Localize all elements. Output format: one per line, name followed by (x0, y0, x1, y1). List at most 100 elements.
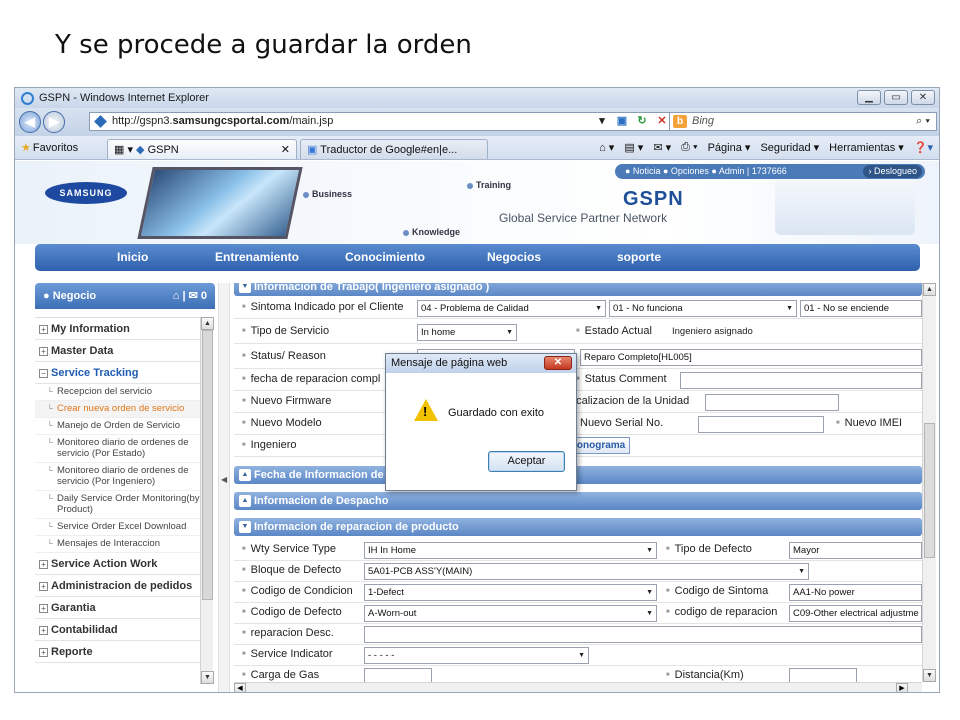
sidebar-title: Negocio (52, 290, 97, 302)
tools-menu[interactable]: Herramientas ▾ (829, 141, 904, 154)
nav-negocios[interactable]: Negocios (487, 250, 541, 264)
top-links[interactable]: ● Noticia ● Opciones ● Admin | 1737666 ›… (615, 164, 925, 179)
favorites-button[interactable]: ★ Favoritos (21, 141, 78, 154)
section-header-despacho[interactable]: ▲ Informacion de Despacho (234, 492, 922, 510)
back-button[interactable]: ◀ (19, 111, 41, 133)
scroll-thumb[interactable] (202, 330, 213, 600)
section-header-trabajo[interactable]: ▼ Informacion de Trabajo( Ingeniero asign… (234, 283, 922, 296)
sintoma-code-field[interactable]: AA1-No power (789, 584, 922, 601)
tab-grid-icon[interactable]: ▦ ▾ (114, 144, 133, 156)
reparacion-code-field[interactable]: C09-Other electrical adjustme (789, 605, 922, 622)
feeds-icon[interactable]: ▤ ▾ (624, 141, 643, 154)
sidebar-item-contabilidad[interactable]: + Contabilidad (35, 619, 200, 641)
nav-entrenamiento[interactable]: Entrenamiento (215, 250, 299, 264)
section-toggle-icon[interactable]: ▼ (239, 521, 251, 533)
collapse-arrow-icon[interactable]: ◀ (221, 475, 227, 484)
serial-field[interactable] (698, 416, 824, 433)
refresh-icon[interactable]: ↻ (634, 114, 650, 129)
window-titlebar: GSPN - Windows Internet Explorer ▁ ▭ ✕ (15, 88, 939, 108)
sidebar-item-service-tracking[interactable]: − Service Tracking (35, 362, 200, 384)
home-icon[interactable]: ⌂ ▾ (599, 141, 614, 154)
address-bar[interactable]: http://gspn3.samsungcsportal.com/main.js… (89, 112, 673, 131)
sidebar-item-garantia[interactable]: + Garantia (35, 597, 200, 619)
scroll-up-icon[interactable]: ▲ (923, 283, 936, 296)
security-menu[interactable]: Seguridad ▾ (760, 141, 819, 154)
sintoma-select-3[interactable]: 01 - No se enciende (800, 300, 922, 317)
section-toggle-icon[interactable]: ▼ (239, 283, 251, 293)
tipo-servicio-select[interactable]: In home (417, 324, 517, 341)
tab-gspn[interactable]: ▦ ▾ ◆ GSPN ✕ (107, 139, 297, 159)
field-label: Nuevo Modelo (242, 417, 322, 429)
distancia-field[interactable] (789, 668, 857, 682)
nav-soporte[interactable]: soporte (617, 250, 661, 264)
scroll-down-icon[interactable]: ▼ (201, 671, 214, 684)
search-box[interactable]: b Bing ⌕ ▾ (669, 112, 937, 131)
minimize-button[interactable]: ▁ (857, 90, 881, 105)
cronograma-button[interactable]: ronograma (568, 437, 631, 454)
logout-button[interactable]: › Deslogueo (863, 165, 922, 178)
field-label: reparacion Desc. (242, 627, 334, 639)
tipo-defecto-field[interactable]: Mayor (789, 542, 922, 559)
reparacion-desc-field[interactable] (364, 626, 922, 643)
sidebar-subitem[interactable]: Daily Service Order Monitoring(by Produc… (35, 491, 200, 519)
sidebar-toggle[interactable]: ◀ (218, 283, 230, 692)
section-toggle-icon[interactable]: ▲ (239, 469, 251, 481)
carga-gas-field[interactable] (364, 668, 432, 682)
sidebar-item-reporte[interactable]: + Reporte (35, 641, 200, 663)
localizacion-field[interactable] (705, 394, 839, 411)
mail-icon[interactable]: ✉ (189, 290, 198, 302)
sidebar-item-administracion-pedidos[interactable]: + Administracion de pedidos (35, 575, 200, 597)
main-scrollbar[interactable]: ▲ ▼ (922, 283, 936, 682)
maximize-button[interactable]: ▭ (884, 90, 908, 105)
help-icon[interactable]: ❓▾ (914, 141, 933, 154)
compat-view-icon[interactable]: ▣ (614, 114, 630, 129)
sidebar-item-label: Contabilidad (51, 624, 118, 636)
sintoma-select-1[interactable]: 04 - Problema de Calidad (417, 300, 606, 317)
accept-button[interactable]: Aceptar (488, 451, 565, 472)
scroll-down-icon[interactable]: ▼ (923, 669, 936, 682)
sidebar-item-master-data[interactable]: + Master Data (35, 340, 200, 362)
sidebar-subitem[interactable]: Service Order Excel Download (35, 519, 200, 536)
bloque-select[interactable]: 5A01-PCB ASS'Y(MAIN) (364, 563, 809, 580)
page-menu[interactable]: Página ▾ (708, 141, 751, 154)
sidebar-subitem[interactable]: Monitoreo diario de ordenes de servicio … (35, 435, 200, 463)
scroll-thumb[interactable] (924, 423, 935, 558)
sidebar-subitem-active[interactable]: Crear nueva orden de servicio (35, 401, 200, 418)
defecto-select[interactable]: A-Worn-out (364, 605, 657, 622)
top-links-text[interactable]: ● Noticia ● Opciones ● Admin | 1737666 (625, 166, 787, 176)
wty-select[interactable]: IH In Home (364, 542, 657, 559)
field-label: Estado Actual (576, 325, 652, 337)
tab-translator[interactable]: ▣ Traductor de Google#en|e... (300, 139, 488, 159)
search-icon[interactable]: ⌕ ▾ (916, 113, 930, 130)
condicion-select[interactable]: 1-Defect (364, 584, 657, 601)
home-icon[interactable]: ⌂ (173, 290, 180, 302)
sidebar-subitem[interactable]: Monitoreo diario de ordenes de servicio … (35, 463, 200, 491)
tab-close-icon[interactable]: ✕ (281, 143, 290, 156)
sidebar-subitem[interactable]: Mensajes de Interaccion (35, 536, 200, 553)
close-window-button[interactable]: ✕ (911, 90, 935, 105)
sidebar-item-my-information[interactable]: + My Information (35, 318, 200, 340)
service-indicator-select[interactable]: - - - - - (364, 647, 589, 664)
sidebar-scrollbar[interactable]: ▲ ▼ (200, 317, 214, 684)
sidebar-subitem[interactable]: Recepcion del servicio (35, 384, 200, 401)
section-header-reparacion[interactable]: ▼ Informacion de reparacion de producto (234, 518, 922, 536)
status-reason-field[interactable]: Reparo Completo[HL005] (580, 349, 922, 366)
section-toggle-icon[interactable]: ▲ (239, 495, 251, 507)
nav-conocimiento[interactable]: Conocimiento (345, 250, 425, 264)
section-header-fecha[interactable]: ▲ Fecha de Informacion de (234, 466, 922, 484)
dialog-close-button[interactable]: ✕ (544, 356, 572, 370)
scroll-up-icon[interactable]: ▲ (201, 317, 214, 330)
sidebar-item-service-action-work[interactable]: + Service Action Work (35, 553, 200, 575)
forward-button[interactable]: ▶ (43, 111, 65, 133)
dropdown-icon[interactable]: ▾ (594, 114, 610, 129)
mail-icon[interactable]: ✉ ▾ (653, 141, 671, 154)
sidebar-subitem[interactable]: Manejo de Orden de Servicio (35, 418, 200, 435)
status-comment-field[interactable] (680, 372, 922, 389)
scroll-right-icon[interactable]: ▶ (896, 683, 908, 692)
sintoma-select-2[interactable]: 01 - No funciona (609, 300, 797, 317)
stop-icon[interactable]: ✕ (654, 114, 670, 129)
scroll-left-icon[interactable]: ◀ (234, 683, 246, 692)
main-horizontal-scrollbar[interactable]: ◀ ▶ (234, 682, 922, 692)
nav-inicio[interactable]: Inicio (117, 250, 148, 264)
print-icon[interactable]: ⎙ ▾ (681, 141, 697, 154)
